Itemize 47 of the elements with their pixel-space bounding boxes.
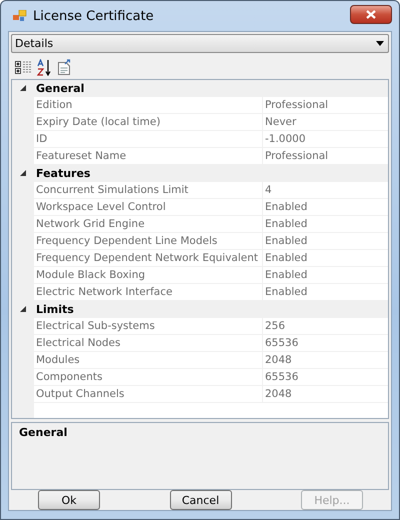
property-value[interactable]: Enabled (263, 284, 308, 300)
property-value[interactable]: Never (263, 114, 296, 130)
property-name[interactable]: Electrical Nodes (34, 335, 263, 351)
property-value[interactable]: Enabled (263, 250, 308, 266)
property-value[interactable]: Professional (263, 97, 328, 113)
dialog-button[interactable]: Ok (38, 490, 100, 510)
property-value[interactable]: 256 (263, 318, 286, 334)
app-icon (13, 10, 27, 22)
description-title: General (19, 426, 68, 439)
property-value[interactable]: Enabled (263, 199, 308, 215)
property-name[interactable]: Frequency Dependent Network Equivalent (34, 250, 263, 266)
property-value[interactable]: 65536 (263, 335, 298, 351)
property-name[interactable]: Featureset Name (34, 148, 263, 164)
property-name[interactable]: Concurrent Simulations Limit (34, 182, 263, 198)
dropdown-arrow-icon (376, 41, 384, 46)
property-value[interactable]: Enabled (263, 233, 308, 249)
dialog-button[interactable]: Cancel (170, 490, 232, 510)
property-name[interactable]: Components (34, 369, 263, 385)
property-name[interactable]: Network Grid Engine (34, 216, 263, 232)
property-pages-icon[interactable] (57, 59, 72, 75)
property-value[interactable]: Enabled (263, 267, 308, 283)
property-value[interactable]: Professional (263, 148, 328, 164)
view-dropdown[interactable]: Details (11, 34, 389, 53)
property-name[interactable]: Module Black Boxing (34, 267, 263, 283)
property-value[interactable]: 65536 (263, 369, 298, 385)
close-button[interactable] (350, 4, 392, 24)
property-value[interactable]: 4 (263, 182, 272, 198)
property-name[interactable]: Workspace Level Control (34, 199, 263, 215)
property-value[interactable]: 2048 (263, 352, 292, 368)
property-value[interactable]: Enabled (263, 216, 308, 232)
sort-alphabetical-icon[interactable] (37, 58, 52, 76)
categorized-icon[interactable] (15, 60, 32, 74)
property-name[interactable]: Expiry Date (local time) (34, 114, 263, 130)
category-header[interactable]: General (34, 82, 84, 95)
window-title: License Certificate (33, 8, 155, 24)
property-name[interactable]: Modules (34, 352, 263, 368)
close-icon (366, 10, 376, 18)
property-name[interactable]: ID (34, 131, 263, 147)
property-name[interactable]: Edition (34, 97, 263, 113)
property-value[interactable]: 2048 (263, 386, 292, 402)
category-header[interactable]: Features (34, 167, 90, 180)
property-name[interactable]: Output Channels (34, 386, 263, 402)
property-name[interactable]: Electrical Sub-systems (34, 318, 263, 334)
property-name[interactable]: Electric Network Interface (34, 284, 263, 300)
category-header[interactable]: Limits (34, 303, 74, 316)
property-name[interactable]: Frequency Dependent Line Models (34, 233, 263, 249)
property-value[interactable]: -1.0000 (263, 131, 306, 147)
